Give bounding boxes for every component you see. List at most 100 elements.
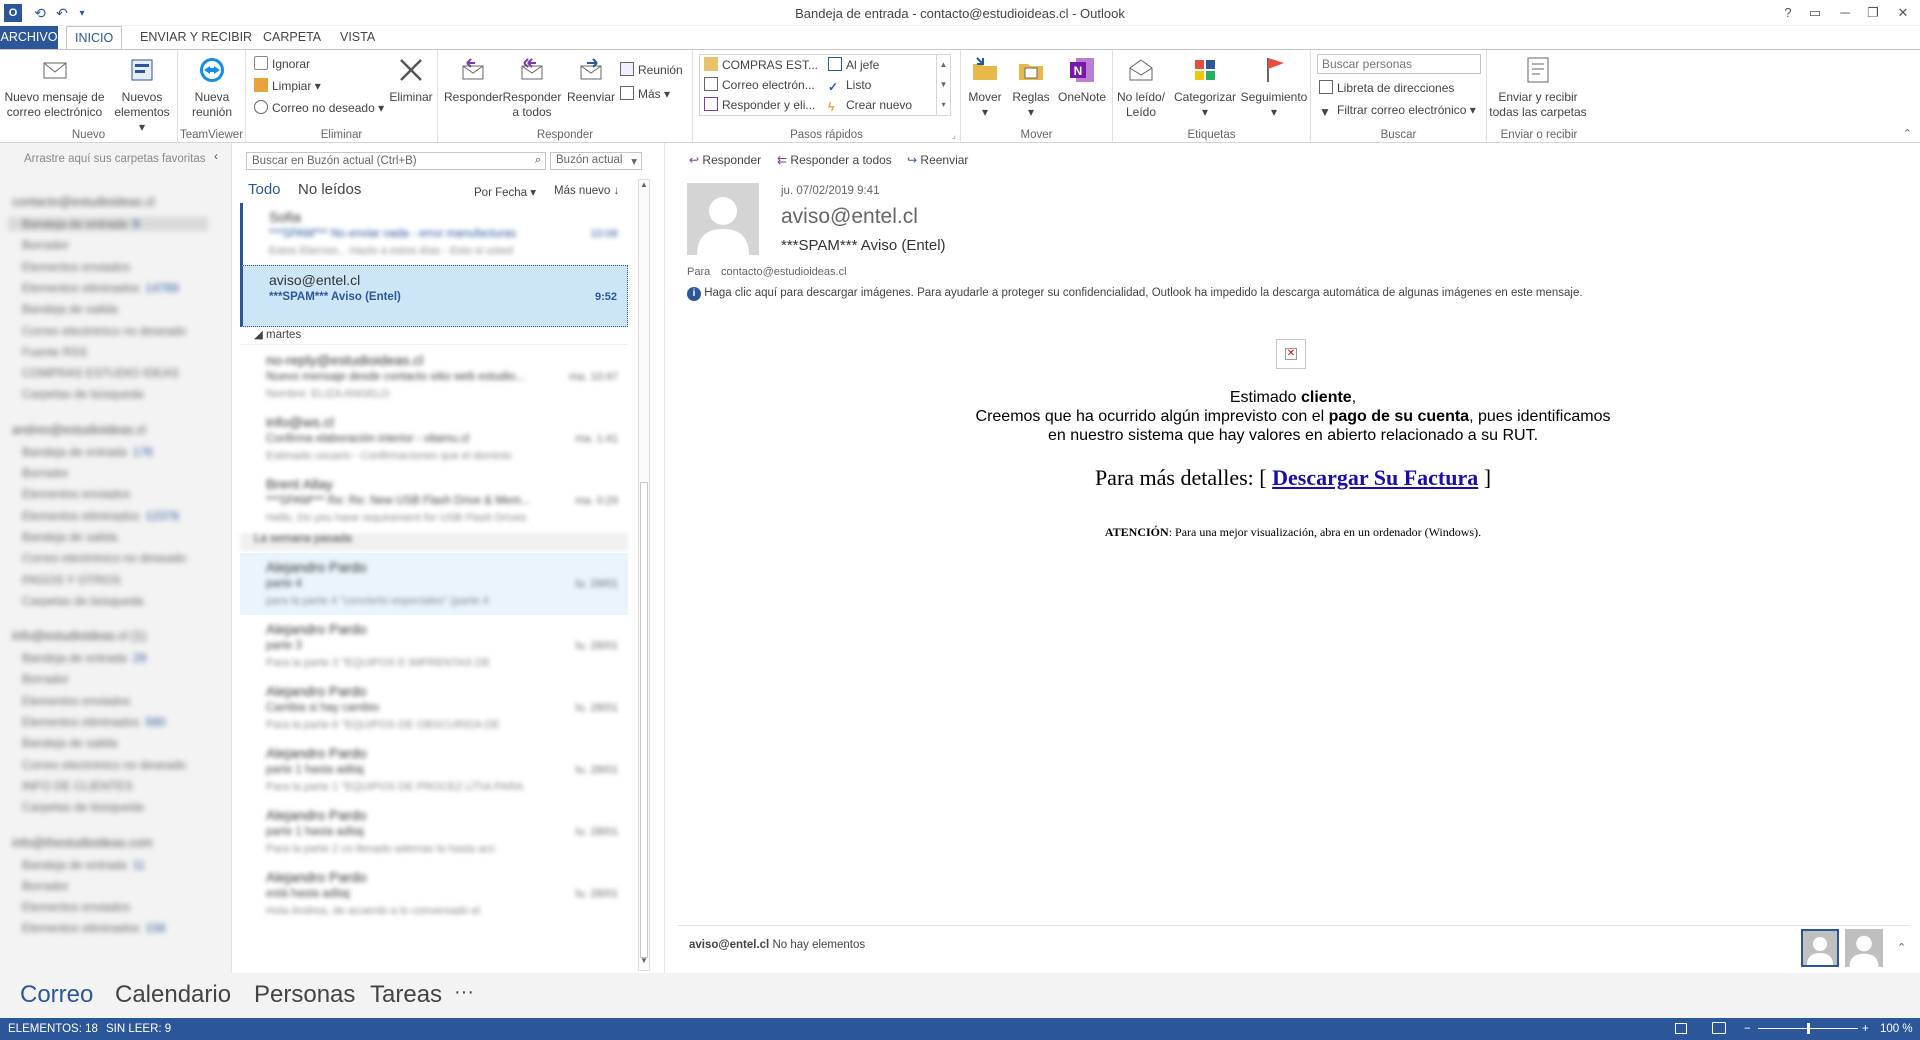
sender-address[interactable]: aviso@entel.cl <box>781 205 918 229</box>
folder-item[interactable]: Correo electrónico no deseado <box>22 758 186 772</box>
collapse-folder-pane-icon[interactable]: ‹ <box>214 149 218 163</box>
folder-item[interactable]: Bandeja de entrada 176 <box>22 445 153 459</box>
ignore-button[interactable]: Ignorar <box>254 54 310 74</box>
zoom-level[interactable]: 100 % <box>1880 1018 1913 1040</box>
blocked-image-placeholder[interactable]: ✕ <box>1276 339 1306 369</box>
collapse-ribbon-icon[interactable]: ⌃ <box>1903 127 1912 140</box>
onenote-button[interactable]: N OneNote <box>1055 54 1109 105</box>
expand-people-pane-icon[interactable]: ⌃ <box>1897 941 1906 954</box>
minimize-button[interactable]: ─ <box>1832 2 1858 24</box>
reply-all-button[interactable]: Responder a todos <box>502 54 562 120</box>
scroll-up-icon[interactable]: ▲ <box>639 180 649 194</box>
message-item[interactable]: Alejandro Pardo parte 1 hasta aditaj Para … <box>240 739 628 801</box>
to-address[interactable]: contacto@estudioideas.cl <box>721 266 847 278</box>
folder-item[interactable]: Fuente RSS <box>22 345 87 359</box>
reply-action[interactable]: ↩ Responder <box>689 153 761 167</box>
folder-item[interactable]: Bandeja de salida <box>22 530 117 544</box>
forward-action[interactable]: ↪ Reenviar <box>907 153 968 167</box>
address-book-button[interactable]: Libreta de direcciones <box>1319 78 1454 98</box>
people-avatar-sender[interactable] <box>1801 929 1839 967</box>
forward-button[interactable]: Reenviar <box>564 54 618 105</box>
folder-item[interactable]: Borrador <box>22 879 69 893</box>
move-button[interactable]: Mover ▾ <box>963 54 1007 120</box>
zoom-in-icon[interactable]: + <box>1862 1018 1869 1040</box>
folder-item[interactable]: COMPRAS ESTUDIO IDEAS <box>22 366 179 380</box>
categorize-button[interactable]: Categorizar ▾ <box>1169 54 1241 120</box>
mailbox-search[interactable]: Buscar en Buzón actual (Ctrl+B) ⌕ <box>246 152 546 170</box>
folder-item[interactable]: Elementos eliminados 12378 <box>22 509 179 523</box>
message-item[interactable]: Brent Allay ***SPAM*** Re: Re: New USB Fl… <box>240 470 628 532</box>
folder-item[interactable]: Bandeja de salida <box>22 736 117 750</box>
folder-item[interactable]: Elementos eliminados 158 <box>22 921 165 935</box>
folder-item[interactable]: Borrador <box>22 238 69 252</box>
nav-tareas[interactable]: Tareas <box>370 981 442 1009</box>
quick-step-listo[interactable]: ✓ Listo <box>828 75 871 95</box>
sort-by-date[interactable]: Por Fecha ▾ <box>474 185 536 199</box>
clean-button[interactable]: Limpiar ▾ <box>254 76 321 96</box>
nav-correo[interactable]: Correo <box>20 981 93 1009</box>
message-item[interactable]: Alejandro Pardo parte 4 para la parte 4 "c… <box>240 553 628 615</box>
more-reply-button[interactable]: Más ▾ <box>620 84 670 104</box>
filter-unread-tab[interactable]: No leídos <box>298 181 361 198</box>
gallery-scroll[interactable]: ▲ ▼ ▾ <box>936 55 950 115</box>
account-header[interactable]: info@thestudioideas.com <box>12 836 153 850</box>
group-header-tuesday[interactable]: ◢ martes <box>240 327 628 345</box>
filter-all-tab[interactable]: Todo <box>248 181 281 198</box>
search-icon[interactable]: ⌕ <box>535 154 541 167</box>
message-item[interactable]: Alejandro Pardo Cambia si hay cambio Para … <box>240 677 628 739</box>
nav-more-icon[interactable]: ··· <box>454 981 474 1004</box>
account-header[interactable]: contacto@estudioideas.cl <box>12 195 155 209</box>
new-mail-button[interactable]: Nuevo mensaje de correo electrónico <box>2 54 107 120</box>
image-download-infobar[interactable]: i Haga clic aquí para descargar imágenes… <box>687 287 1583 301</box>
folder-item[interactable]: Correo electrónico no deseado <box>22 324 186 338</box>
nav-personas[interactable]: Personas <box>254 981 355 1009</box>
folder-item[interactable]: Elementos enviados <box>22 694 130 708</box>
folder-item[interactable]: Borrador <box>22 672 69 686</box>
normal-view-icon[interactable] <box>1675 1023 1687 1034</box>
folder-item[interactable]: Borrador <box>22 466 69 480</box>
people-avatar-recipient[interactable] <box>1845 929 1883 967</box>
teamviewer-meeting-button[interactable]: Nueva reunión <box>182 54 242 120</box>
tab-carpeta[interactable]: CARPETA <box>255 26 329 49</box>
filter-email-button[interactable]: ▼ Filtrar correo electrónico ▾ <box>1319 100 1476 120</box>
message-list-scrollbar[interactable]: ▲ ▼ <box>638 179 650 971</box>
group-header-last-week[interactable]: La semana pasada <box>240 533 628 551</box>
folder-item[interactable]: Bandeja de entrada 29 <box>22 651 146 665</box>
quick-step-compras[interactable]: COMPRAS EST... <box>704 55 818 75</box>
account-header[interactable]: info@estudioideas.cl (1) <box>12 629 146 643</box>
folder-item[interactable]: Elementos eliminados 14789 <box>22 281 179 295</box>
quick-step-crear-nuevo[interactable]: ϟ Crear nuevo <box>828 95 912 115</box>
folder-item[interactable]: Carpetas de búsqueda <box>22 594 143 608</box>
delete-button[interactable]: Eliminar <box>386 54 436 105</box>
zoom-slider-thumb[interactable] <box>1807 1023 1810 1034</box>
message-item[interactable]: Alejandro Pardo está hasta aditaj Hola And… <box>240 863 628 925</box>
unread-read-button[interactable]: No leído/ Leído <box>1113 54 1169 120</box>
tab-inicio[interactable]: INICIO <box>66 26 123 50</box>
tab-archivo[interactable]: ARCHIVO <box>0 26 58 49</box>
message-item[interactable]: Alejandro Pardo parte 3 Para la parte 3 "E… <box>240 615 628 677</box>
ribbon-display-button[interactable]: ▭ <box>1802 2 1828 24</box>
folder-item[interactable]: PAGOS Y OTROS <box>22 573 121 587</box>
folder-item[interactable]: INFO DE CLIENTES <box>22 779 133 793</box>
new-items-button[interactable]: Nuevos elementos ▾ <box>112 54 172 135</box>
quick-step-correo[interactable]: Correo electrón... <box>704 75 815 95</box>
sort-order[interactable]: Más nuevo ↓ <box>554 185 619 197</box>
folder-item[interactable]: Elementos enviados <box>22 487 130 501</box>
zoom-out-icon[interactable]: − <box>1744 1018 1751 1040</box>
help-button[interactable]: ? <box>1775 2 1801 24</box>
message-item[interactable]: Alejandro Pardo parte 1 hasta aditaj Para … <box>240 801 628 863</box>
dialog-launcher-icon[interactable]: ⌟ <box>952 130 956 141</box>
folder-item[interactable]: Correo electrónico no deseado <box>22 551 186 565</box>
message-item[interactable]: aviso@entel.cl ***SPAM*** Aviso (Entel) 9:… <box>240 265 628 327</box>
tab-vista[interactable]: VISTA <box>332 26 383 49</box>
folder-item[interactable]: Elementos eliminados 580 <box>22 715 165 729</box>
folder-item[interactable]: Carpetas de búsqueda <box>22 387 143 401</box>
message-item[interactable]: Sofia ***SPAM*** No enviar nada - error m… <box>240 203 628 265</box>
folder-item[interactable]: Bandeja de salida <box>22 302 117 316</box>
scrollbar-thumb[interactable] <box>640 482 648 958</box>
quick-step-al-jefe[interactable]: Al jefe <box>828 55 879 75</box>
scroll-down-icon[interactable]: ▼ <box>639 956 649 970</box>
people-pane-name[interactable]: aviso@entel.cl <box>689 939 769 951</box>
tab-enviar-recibir[interactable]: ENVIAR Y RECIBIR <box>132 26 260 49</box>
close-button[interactable]: ✕ <box>1890 2 1916 24</box>
